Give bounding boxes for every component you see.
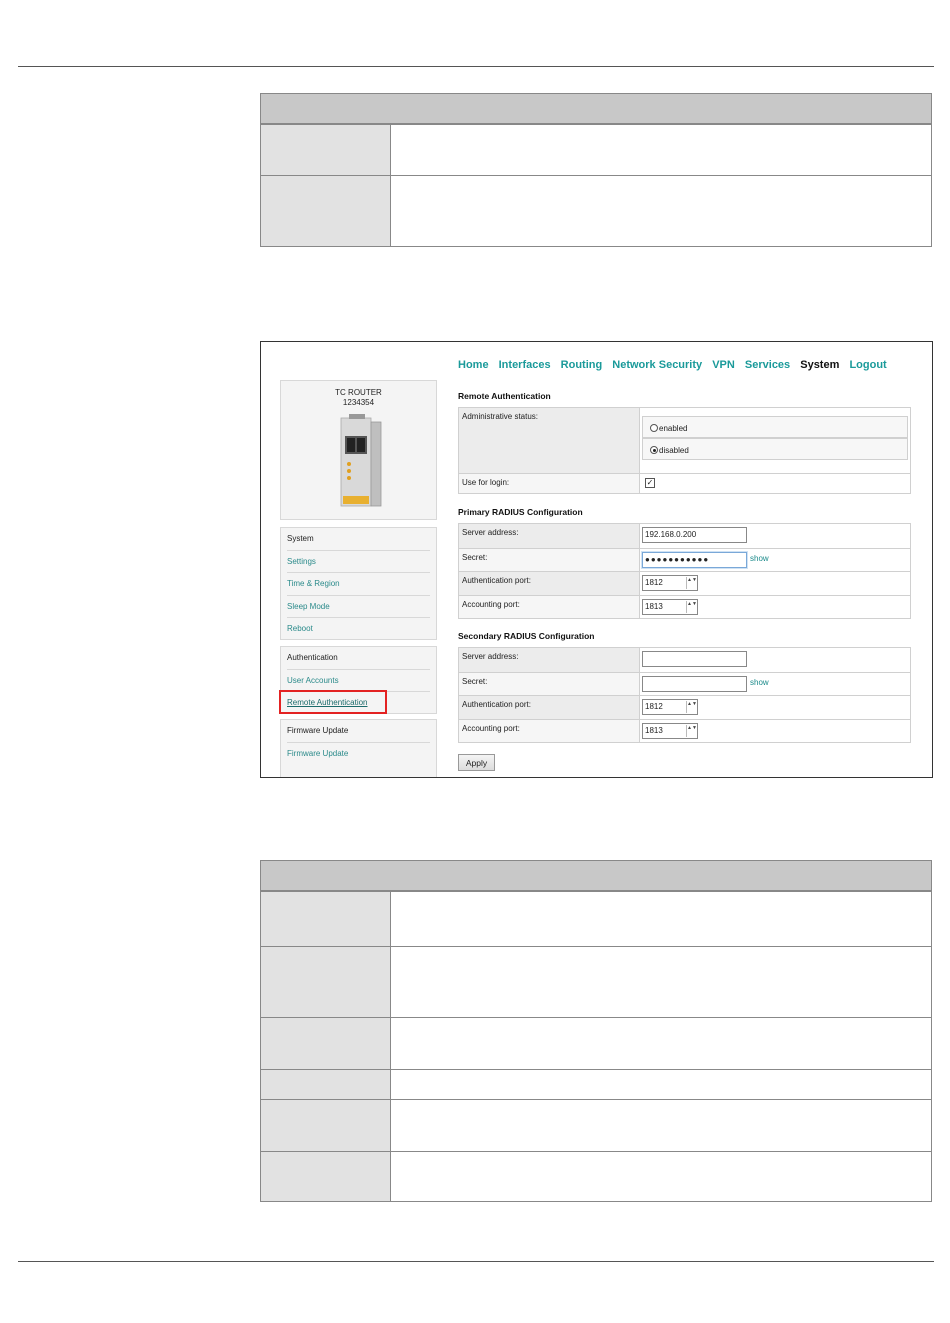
doc-table-row [261, 124, 931, 175]
doc-table-row [261, 1151, 931, 1201]
secondary-acct-port-value: 1813 [645, 725, 663, 735]
sidebar-item-time-region[interactable]: Time & Region [287, 573, 430, 596]
label-primary-secret: Secret: [459, 548, 640, 571]
sidebar-item-user-accounts[interactable]: User Accounts [287, 670, 430, 692]
form-primary-radius: Server address: 192.168.0.200 Secret: ●●… [458, 523, 911, 619]
doc-table-bottom [260, 860, 932, 1202]
label-secondary-server: Server address: [459, 648, 640, 672]
device-serial: 1234354 [342, 398, 375, 407]
secondary-secret-input[interactable] [642, 675, 747, 692]
doc-table-top [260, 93, 932, 247]
apply-button[interactable]: Apply [458, 754, 495, 771]
primary-show-secret-link[interactable]: show [750, 554, 769, 563]
secondary-show-secret-link[interactable]: show [750, 678, 769, 687]
spin-arrows-icon[interactable]: ▲▼ [686, 577, 697, 589]
row-use-for-login: Use for login: ✓ [459, 473, 910, 493]
doc-table-row [261, 1099, 931, 1151]
primary-auth-port-stepper[interactable]: 1812 ▲▼ [642, 575, 698, 591]
sidebar-item-firmware-update[interactable]: Firmware Update [287, 743, 430, 766]
doc-table-row [261, 1069, 931, 1099]
doc-table-row [261, 946, 931, 1017]
router-device-image [340, 414, 381, 507]
device-info-box: TC ROUTER 1234354 [280, 380, 437, 520]
section-title-primary-radius: Primary RADIUS Configuration [458, 507, 583, 517]
primary-auth-port-value: 1812 [645, 578, 663, 587]
secondary-server-input[interactable] [642, 651, 747, 667]
device-model: TC ROUTER [335, 388, 382, 397]
sidebar-item-sleep-mode[interactable]: Sleep Mode [287, 596, 430, 618]
top-navigation: Home Interfaces Routing Network Security… [458, 359, 894, 371]
row-primary-secret: Secret: ●●●●●●●●●●● show [459, 547, 910, 571]
highlight-frame [279, 690, 387, 714]
nav-home[interactable]: Home [458, 359, 489, 371]
doc-table-row [261, 1017, 931, 1069]
sidebar-group-firmware: Firmware Update Firmware Update [280, 719, 437, 777]
label-administrative-status: Administrative status: [459, 408, 640, 473]
primary-acct-port-value: 1813 [645, 601, 663, 611]
sidebar-heading-firmware: Firmware Update [287, 720, 430, 743]
sidebar-item-settings[interactable]: Settings [287, 551, 430, 573]
row-administrative-status: Administrative status: enabled disabled [459, 408, 910, 473]
nav-logout[interactable]: Logout [849, 359, 886, 371]
row-secondary-server: Server address: [459, 648, 910, 672]
secondary-auth-port-value: 1812 [645, 702, 663, 711]
section-title-remote-authentication: Remote Authentication [458, 391, 551, 401]
radio-disabled-icon[interactable] [650, 446, 658, 454]
spin-arrows-icon[interactable]: ▲▼ [686, 724, 697, 737]
row-primary-server: Server address: 192.168.0.200 [459, 524, 910, 548]
sidebar-group-system: System Settings Time & Region Sleep Mode… [280, 527, 437, 640]
radio-option-disabled[interactable]: disabled [642, 438, 908, 460]
doc-table-row [261, 891, 931, 946]
spin-arrows-icon[interactable]: ▲▼ [686, 600, 697, 613]
radio-enabled-label: enabled [659, 424, 688, 433]
label-use-for-login: Use for login: [459, 474, 640, 493]
label-secondary-auth-port: Authentication port: [459, 696, 640, 719]
doc-table-header [261, 94, 931, 124]
section-title-secondary-radius: Secondary RADIUS Configuration [458, 631, 595, 641]
label-primary-auth-port: Authentication port: [459, 572, 640, 595]
secondary-auth-port-stepper[interactable]: 1812 ▲▼ [642, 699, 698, 715]
radio-option-enabled[interactable]: enabled [642, 416, 908, 438]
doc-table-row [261, 175, 931, 246]
sidebar-heading-authentication: Authentication [287, 647, 430, 670]
nav-vpn[interactable]: VPN [712, 359, 735, 371]
form-secondary-radius: Server address: Secret: show Authenticat… [458, 647, 911, 743]
label-secondary-acct-port: Accounting port: [459, 719, 640, 742]
label-secondary-secret: Secret: [459, 672, 640, 695]
row-secondary-auth-port: Authentication port: 1812 ▲▼ [459, 695, 910, 719]
nav-system[interactable]: System [800, 359, 839, 371]
secondary-acct-port-stepper[interactable]: 1813 ▲▼ [642, 722, 698, 739]
nav-services[interactable]: Services [745, 359, 790, 371]
primary-acct-port-stepper[interactable]: 1813 ▲▼ [642, 598, 698, 615]
nav-routing[interactable]: Routing [561, 359, 603, 371]
label-primary-acct-port: Accounting port: [459, 595, 640, 618]
doc-table-header [261, 861, 931, 891]
label-primary-server: Server address: [459, 524, 640, 548]
use-for-login-checkbox[interactable]: ✓ [645, 478, 655, 488]
footer-rule [18, 1261, 934, 1262]
spin-arrows-icon[interactable]: ▲▼ [686, 701, 697, 713]
radio-enabled-icon[interactable] [650, 424, 658, 432]
row-primary-acct-port: Accounting port: 1813 ▲▼ [459, 594, 910, 618]
nav-interfaces[interactable]: Interfaces [499, 359, 551, 371]
header-rule [18, 66, 934, 67]
sidebar-heading-system: System [287, 528, 430, 551]
sidebar-item-reboot[interactable]: Reboot [287, 618, 430, 641]
form-remote-authentication: Administrative status: enabled disabled … [458, 407, 911, 494]
radio-disabled-label: disabled [659, 446, 689, 455]
nav-network-security[interactable]: Network Security [612, 359, 702, 371]
row-secondary-acct-port: Accounting port: 1813 ▲▼ [459, 718, 910, 742]
row-secondary-secret: Secret: show [459, 671, 910, 695]
primary-secret-input[interactable]: ●●●●●●●●●●● [642, 551, 747, 568]
row-primary-auth-port: Authentication port: 1812 ▲▼ [459, 571, 910, 595]
router-web-ui-screenshot: TC ROUTER 1234354 System Settings Time &… [260, 341, 933, 778]
primary-server-input[interactable]: 192.168.0.200 [642, 527, 747, 543]
